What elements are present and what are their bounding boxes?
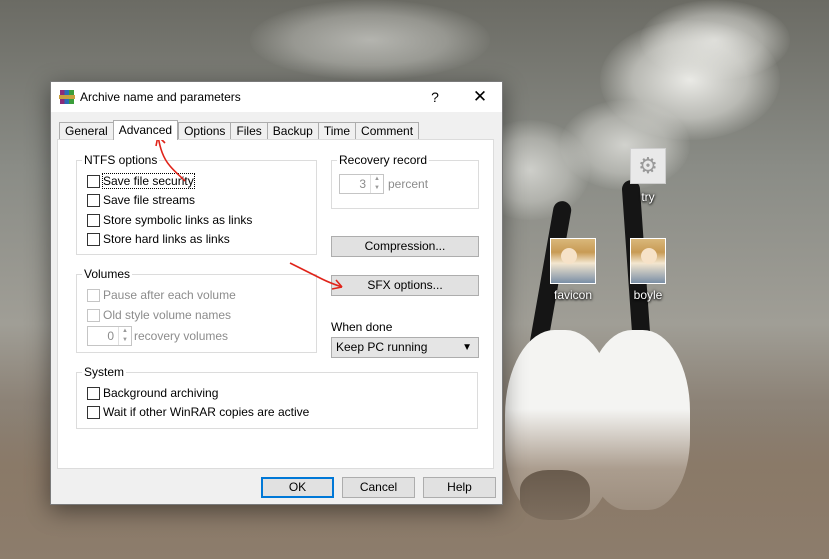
checkbox-label: Pause after each volume bbox=[103, 288, 236, 302]
checkbox-label: Wait if other WinRAR copies are active bbox=[103, 405, 310, 419]
winrar-icon bbox=[59, 90, 75, 104]
dialog-title: Archive name and parameters bbox=[80, 90, 241, 104]
tab-advanced[interactable]: Advanced bbox=[112, 120, 179, 140]
desktop-icon-label: boyle bbox=[633, 288, 663, 302]
old-style-volume-names-checkbox[interactable]: Old style volume names bbox=[87, 306, 231, 324]
ntfs-options-legend: NTFS options bbox=[84, 153, 158, 167]
cancel-button[interactable]: Cancel bbox=[342, 477, 415, 498]
when-done-select[interactable]: Keep PC running ▼ bbox=[331, 337, 479, 358]
checkbox-label: Store hard links as links bbox=[103, 232, 230, 246]
checkbox-label: Store symbolic links as links bbox=[103, 213, 253, 227]
sfx-options-button[interactable]: SFX options... bbox=[331, 275, 479, 296]
tab-general[interactable]: General bbox=[59, 122, 113, 140]
avatar-image-icon bbox=[630, 238, 666, 284]
desktop-icon-label: try bbox=[641, 190, 655, 204]
when-done-value: Keep PC running bbox=[336, 340, 428, 354]
title-bar[interactable]: Archive name and parameters ? ✕ bbox=[51, 82, 502, 112]
tab-comment[interactable]: Comment bbox=[355, 122, 420, 140]
tab-options[interactable]: Options bbox=[178, 122, 231, 140]
ok-button[interactable]: OK bbox=[261, 477, 334, 498]
checkbox-label: Background archiving bbox=[103, 386, 219, 400]
desktop-icon-favicon[interactable]: favicon bbox=[541, 238, 605, 302]
recovery-volumes-value: 0 bbox=[107, 329, 114, 343]
recovery-percent-spinner[interactable]: 3 ▲ ▼ bbox=[339, 174, 384, 194]
spinner-arrows-icon: ▲ ▼ bbox=[370, 175, 383, 193]
archive-parameters-dialog: Archive name and parameters ? ✕ General … bbox=[50, 81, 503, 505]
help-button[interactable]: Help bbox=[423, 477, 496, 498]
desktop-icon-label: favicon bbox=[553, 288, 593, 302]
recovery-record-legend: Recovery record bbox=[339, 153, 428, 167]
tab-time[interactable]: Time bbox=[317, 122, 356, 140]
save-file-security-checkbox[interactable]: Save file security bbox=[87, 172, 195, 190]
pause-after-volume-checkbox[interactable]: Pause after each volume bbox=[87, 286, 236, 304]
chevron-down-icon: ▼ bbox=[462, 342, 472, 353]
gear-icon: ⚙ bbox=[630, 148, 666, 184]
help-title-button[interactable]: ? bbox=[421, 82, 449, 112]
store-symbolic-links-checkbox[interactable]: Store symbolic links as links bbox=[87, 211, 252, 229]
recovery-volumes-label: recovery volumes bbox=[134, 329, 229, 343]
tab-backup[interactable]: Backup bbox=[266, 122, 318, 140]
advanced-tab-panel: NTFS options Save file security Save fil… bbox=[57, 139, 494, 469]
recovery-percent-label: percent bbox=[388, 177, 429, 191]
when-done-label: When done bbox=[331, 320, 393, 334]
compression-button[interactable]: Compression... bbox=[331, 236, 479, 257]
avatar-image-icon bbox=[550, 238, 596, 284]
tab-strip: General Advanced Options Files Backup Ti… bbox=[59, 120, 420, 140]
close-icon: ✕ bbox=[472, 87, 488, 106]
volumes-legend: Volumes bbox=[84, 267, 131, 281]
system-legend: System bbox=[84, 365, 125, 379]
recovery-percent-value: 3 bbox=[359, 177, 366, 191]
checkbox-label: Save file streams bbox=[103, 193, 196, 207]
recovery-percent-row: 3 ▲ ▼ percent bbox=[339, 174, 428, 194]
store-hard-links-checkbox[interactable]: Store hard links as links bbox=[87, 230, 230, 248]
close-button[interactable]: ✕ bbox=[463, 82, 497, 112]
recovery-volumes-spinner[interactable]: 0 ▲ ▼ bbox=[87, 326, 132, 346]
spinner-arrows-icon: ▲ ▼ bbox=[118, 327, 131, 345]
checkbox-label: Old style volume names bbox=[103, 308, 232, 322]
tab-files[interactable]: Files bbox=[230, 122, 267, 140]
desktop-icon-try[interactable]: ⚙ try bbox=[616, 148, 680, 204]
wait-other-copies-checkbox[interactable]: Wait if other WinRAR copies are active bbox=[87, 403, 309, 421]
save-file-streams-checkbox[interactable]: Save file streams bbox=[87, 191, 195, 209]
checkbox-label: Save file security bbox=[102, 173, 195, 189]
desktop-icon-boyle[interactable]: boyle bbox=[616, 238, 680, 302]
background-archiving-checkbox[interactable]: Background archiving bbox=[87, 384, 218, 402]
recovery-volumes-row: 0 ▲ ▼ recovery volumes bbox=[87, 326, 228, 346]
